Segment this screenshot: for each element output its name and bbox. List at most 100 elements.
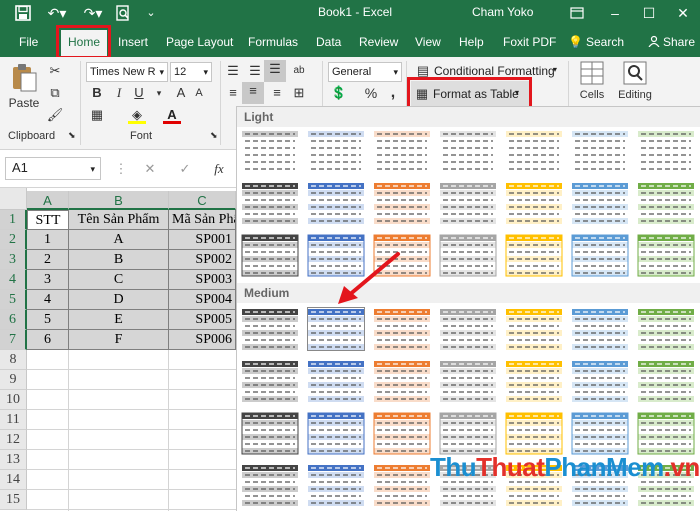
table-style-swatch[interactable] bbox=[241, 359, 299, 403]
tab-insert[interactable]: Insert bbox=[118, 35, 148, 49]
tab-help[interactable]: Help bbox=[459, 35, 484, 49]
cells-button[interactable]: Cells bbox=[576, 60, 608, 106]
table-style-swatch[interactable] bbox=[241, 463, 299, 507]
table-style-swatch[interactable] bbox=[637, 233, 695, 277]
table-style-swatch[interactable] bbox=[637, 181, 695, 225]
select-all-corner[interactable] bbox=[0, 188, 27, 210]
table-style-swatch[interactable] bbox=[439, 233, 497, 277]
align-left-icon[interactable]: ≡ bbox=[224, 84, 242, 102]
underline-icon[interactable]: U bbox=[130, 84, 148, 102]
italic-icon[interactable]: I bbox=[110, 84, 128, 102]
share-button[interactable]: Share bbox=[663, 35, 695, 49]
table-style-swatch[interactable] bbox=[571, 307, 629, 351]
table-cell[interactable]: 6 bbox=[27, 330, 69, 350]
table-style-swatch[interactable] bbox=[571, 233, 629, 277]
table-style-swatch[interactable] bbox=[439, 307, 497, 351]
orientation-icon[interactable]: ab bbox=[290, 62, 308, 80]
number-format-box[interactable]: General ▾ bbox=[328, 62, 402, 82]
tab-foxit-pdf[interactable]: Foxit PDF bbox=[503, 35, 556, 49]
table-header-cell[interactable]: Mã Sản Phẩm bbox=[169, 210, 236, 230]
borders-icon[interactable]: ▦ bbox=[88, 106, 106, 124]
column-header-c[interactable]: C bbox=[169, 191, 236, 210]
table-style-swatch[interactable] bbox=[505, 181, 563, 225]
table-header-cell[interactable]: Tên Sản Phẩm bbox=[69, 210, 169, 230]
table-cell[interactable]: B bbox=[69, 250, 169, 270]
table-style-swatch[interactable] bbox=[505, 233, 563, 277]
row-header[interactable]: 8 bbox=[0, 350, 27, 370]
table-style-swatch[interactable] bbox=[307, 181, 365, 225]
table-style-swatch[interactable] bbox=[439, 411, 497, 455]
table-cell[interactable]: 3 bbox=[27, 270, 69, 290]
table-style-swatch[interactable] bbox=[307, 359, 365, 403]
row-header[interactable]: 12 bbox=[0, 430, 27, 450]
font-shrink-icon[interactable]: A bbox=[190, 84, 208, 102]
table-style-swatch[interactable] bbox=[505, 129, 563, 173]
font-grow-icon[interactable]: A bbox=[172, 84, 190, 102]
table-style-swatch[interactable] bbox=[571, 359, 629, 403]
table-cell[interactable]: SP003 bbox=[169, 270, 236, 290]
user-name[interactable]: Cham Yoko bbox=[472, 5, 533, 19]
font-color-icon[interactable]: A bbox=[163, 106, 181, 124]
customize-toolbar-icon[interactable]: ⌄ bbox=[144, 4, 158, 22]
table-cell[interactable]: C bbox=[69, 270, 169, 290]
table-style-swatch[interactable] bbox=[439, 181, 497, 225]
table-style-swatch[interactable] bbox=[373, 181, 431, 225]
table-style-swatch[interactable] bbox=[307, 463, 365, 507]
table-style-swatch[interactable] bbox=[505, 411, 563, 455]
name-box[interactable]: A1 ▾ bbox=[5, 157, 101, 180]
save-icon[interactable] bbox=[14, 4, 32, 22]
comma-style-icon[interactable]: , bbox=[384, 84, 402, 102]
table-style-swatch[interactable] bbox=[241, 181, 299, 225]
table-cell[interactable]: 2 bbox=[27, 250, 69, 270]
row-header[interactable]: 15 bbox=[0, 490, 27, 510]
table-style-swatch[interactable] bbox=[307, 411, 365, 455]
align-bottom-icon[interactable]: ☰ bbox=[264, 60, 286, 82]
table-cell[interactable]: 4 bbox=[27, 290, 69, 310]
table-header-cell[interactable]: STT bbox=[27, 210, 69, 230]
tab-formulas[interactable]: Formulas bbox=[248, 35, 298, 49]
table-cell[interactable]: F bbox=[69, 330, 169, 350]
align-right-icon[interactable]: ≡ bbox=[268, 84, 286, 102]
table-style-swatch[interactable] bbox=[505, 359, 563, 403]
table-style-swatch[interactable] bbox=[637, 411, 695, 455]
row-header[interactable]: 10 bbox=[0, 390, 27, 410]
tab-view[interactable]: View bbox=[415, 35, 441, 49]
column-header-b[interactable]: B bbox=[69, 191, 169, 210]
percent-style-icon[interactable]: % bbox=[362, 84, 380, 102]
table-cell[interactable]: SP006 bbox=[169, 330, 236, 350]
table-style-swatch[interactable] bbox=[241, 307, 299, 351]
conditional-formatting-button[interactable]: Conditional Formatting bbox=[434, 64, 555, 78]
table-style-swatch[interactable] bbox=[373, 359, 431, 403]
editing-button[interactable]: Editing bbox=[614, 60, 656, 106]
table-style-swatch[interactable] bbox=[373, 411, 431, 455]
table-cell[interactable]: 1 bbox=[27, 230, 69, 250]
table-style-swatch[interactable] bbox=[637, 307, 695, 351]
align-middle-icon[interactable]: ☰ bbox=[246, 62, 264, 80]
table-style-swatch[interactable] bbox=[373, 129, 431, 173]
table-style-swatch[interactable] bbox=[439, 359, 497, 403]
table-cell[interactable]: D bbox=[69, 290, 169, 310]
minimize-icon[interactable]: – bbox=[604, 3, 626, 23]
table-cell[interactable]: A bbox=[69, 230, 169, 250]
row-header[interactable]: 13 bbox=[0, 450, 27, 470]
tab-review[interactable]: Review bbox=[359, 35, 398, 49]
table-cell[interactable]: E bbox=[69, 310, 169, 330]
tell-me-search[interactable]: Search bbox=[586, 35, 624, 49]
tab-file[interactable]: File bbox=[19, 35, 38, 49]
bold-icon[interactable]: B bbox=[88, 84, 106, 102]
font-size-box[interactable]: 12 ▾ bbox=[170, 62, 212, 82]
empty-cells[interactable] bbox=[27, 350, 236, 511]
table-style-swatch[interactable] bbox=[571, 129, 629, 173]
undo-icon[interactable]: ↶▾ bbox=[44, 4, 70, 22]
table-style-swatch[interactable] bbox=[373, 307, 431, 351]
row-header[interactable]: 1 bbox=[0, 210, 27, 230]
enter-icon[interactable]: ✓ bbox=[176, 160, 194, 178]
insert-function-icon[interactable]: fx bbox=[210, 160, 228, 178]
format-painter-icon[interactable]: 🖌 bbox=[46, 106, 64, 124]
merge-center-icon[interactable]: ⊞ bbox=[290, 84, 308, 102]
row-header[interactable]: 7 bbox=[0, 330, 27, 350]
redo-icon[interactable]: ↷▾ bbox=[80, 4, 106, 22]
tab-data[interactable]: Data bbox=[316, 35, 341, 49]
table-style-swatch[interactable] bbox=[571, 411, 629, 455]
font-launcher-icon[interactable]: ⬊ bbox=[210, 130, 218, 141]
